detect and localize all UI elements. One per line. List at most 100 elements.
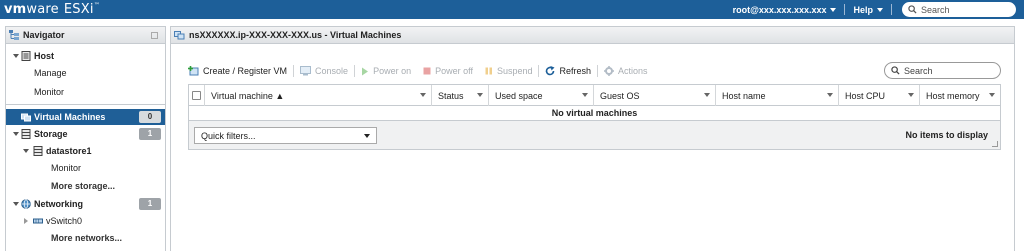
pause-icon <box>485 67 492 75</box>
sidebar-item-host-monitor[interactable]: Monitor <box>6 84 165 100</box>
refresh-label: Refresh <box>559 66 591 76</box>
sidebar-item-label: More storage... <box>51 181 116 191</box>
table-footer: Quick filters... No items to display <box>189 121 1000 149</box>
search-icon <box>908 5 917 14</box>
brand-ware: ware <box>26 2 59 17</box>
suspend-button[interactable]: Suspend <box>479 66 539 76</box>
navigator-header: Navigator <box>6 27 165 44</box>
actions-button[interactable]: Actions <box>598 66 654 76</box>
chevron-down-icon <box>877 8 883 13</box>
minimize-icon[interactable] <box>151 32 158 39</box>
column-header-host-memory[interactable]: Host memory <box>920 85 1000 106</box>
chevron-down-icon[interactable] <box>989 93 995 97</box>
search-placeholder: Search <box>904 65 933 76</box>
sidebar-item-datastore1[interactable]: datastore1 <box>6 143 165 159</box>
sidebar-item-label: Storage <box>34 129 68 139</box>
column-label: Host memory <box>926 90 980 101</box>
expand-icon[interactable] <box>13 54 19 58</box>
chevron-down-icon[interactable] <box>704 93 710 97</box>
sidebar-item-more-networks[interactable]: More networks... <box>6 230 165 246</box>
column-header-host-name[interactable]: Host name <box>716 85 839 106</box>
column-label: Host CPU <box>845 90 886 101</box>
help-label: Help <box>853 4 873 15</box>
power-off-icon <box>423 67 431 75</box>
actions-label: Actions <box>618 66 648 76</box>
vm-table: Virtual machine ▲ Status Used space Gues… <box>188 84 1001 150</box>
column-label: Guest OS <box>600 90 640 101</box>
vmware-esxi-logo: vmware ESXi™ <box>4 2 100 17</box>
user-label: root@xxx.xxx.xxx.xxx <box>732 4 827 15</box>
column-label: Host name <box>722 90 766 101</box>
table-header: Virtual machine ▲ Status Used space Gues… <box>189 85 1000 106</box>
chevron-down-icon[interactable] <box>477 93 483 97</box>
create-register-vm-label: Create / Register VM <box>203 66 288 76</box>
switch-icon <box>33 218 43 224</box>
vm-search-input[interactable]: Search <box>884 62 1001 79</box>
column-header-status[interactable]: Status <box>432 85 489 106</box>
sidebar-item-label: datastore1 <box>46 146 92 156</box>
column-label: Virtual machine ▲ <box>211 90 285 101</box>
create-register-vm-button[interactable]: Create / Register VM <box>188 66 293 76</box>
refresh-button[interactable]: Refresh <box>539 66 597 76</box>
quick-filters-select[interactable]: Quick filters... <box>194 127 377 144</box>
sidebar-item-host[interactable]: Host <box>6 48 165 64</box>
help-menu[interactable]: Help <box>845 5 891 15</box>
vm-toolbar: Create / Register VM Console Power on Po… <box>188 63 654 79</box>
user-menu[interactable]: root@xxx.xxx.xxx.xxx <box>725 5 845 15</box>
expand-icon[interactable] <box>13 202 19 206</box>
power-on-button[interactable]: Power on <box>355 66 417 76</box>
column-header-guest-os[interactable]: Guest OS <box>594 85 716 106</box>
column-header-virtual-machine[interactable]: Virtual machine ▲ <box>205 85 432 106</box>
power-off-button[interactable]: Power off <box>417 66 479 76</box>
brand-vm: vm <box>4 2 27 17</box>
main-panel: nsXXXXXX.ip-XXX-XXX-XXX.us - Virtual Mac… <box>170 26 1015 251</box>
column-label: Status <box>438 90 464 101</box>
sidebar-item-label: vSwitch0 <box>46 216 83 226</box>
global-search-input[interactable]: Search <box>902 2 1016 17</box>
console-button[interactable]: Console <box>294 66 354 76</box>
sidebar-item-host-manage[interactable]: Manage <box>6 65 165 81</box>
sidebar-item-networking[interactable]: Networking 1 <box>6 196 165 212</box>
items-status: No items to display <box>905 130 988 140</box>
chevron-down-icon[interactable] <box>908 93 914 97</box>
column-label: Used space <box>495 90 543 101</box>
datastore-icon <box>33 146 43 156</box>
chevron-down-icon <box>364 134 370 138</box>
column-header-host-cpu[interactable]: Host CPU <box>839 85 920 106</box>
sidebar-item-more-storage[interactable]: More storage... <box>6 178 165 194</box>
chevron-down-icon[interactable] <box>582 93 588 97</box>
virtual-machines-icon <box>174 31 185 40</box>
expand-icon[interactable] <box>23 149 29 153</box>
virtual-machines-icon <box>21 113 31 122</box>
sidebar-item-label: Manage <box>34 68 67 78</box>
quick-filters-label: Quick filters... <box>201 130 256 141</box>
expand-icon[interactable] <box>13 132 19 136</box>
count-badge: 0 <box>139 111 161 123</box>
navigator-icon <box>9 30 19 40</box>
host-icon <box>21 51 31 61</box>
navigator-panel: Navigator Host Manage Monitor Virtual Ma… <box>5 26 166 251</box>
search-icon <box>891 66 900 75</box>
sidebar-item-virtual-machines[interactable]: Virtual Machines 0 <box>6 109 165 125</box>
sidebar-item-label: More networks... <box>51 233 123 243</box>
resize-handle-icon[interactable] <box>992 141 998 147</box>
power-on-icon <box>362 67 369 75</box>
chevron-down-icon[interactable] <box>420 93 426 97</box>
sidebar-item-vswitch0[interactable]: vSwitch0 <box>6 213 165 229</box>
chevron-down-icon <box>830 8 837 13</box>
select-all-checkbox[interactable] <box>189 85 205 106</box>
count-badge: 1 <box>139 198 161 210</box>
column-header-used-space[interactable]: Used space <box>489 85 594 106</box>
console-icon <box>300 66 312 76</box>
gear-icon <box>604 66 614 76</box>
count-badge: 1 <box>139 128 161 140</box>
sidebar-item-label: Networking <box>34 199 84 209</box>
sidebar-item-storage[interactable]: Storage 1 <box>6 126 165 142</box>
expand-right-icon[interactable] <box>24 218 28 224</box>
chevron-down-icon[interactable] <box>827 93 833 97</box>
sidebar-item-datastore-monitor[interactable]: Monitor <box>6 160 165 176</box>
create-vm-icon <box>188 66 199 76</box>
networking-icon <box>21 199 31 209</box>
empty-table-message: No virtual machines <box>189 106 1000 121</box>
divider <box>891 4 892 15</box>
